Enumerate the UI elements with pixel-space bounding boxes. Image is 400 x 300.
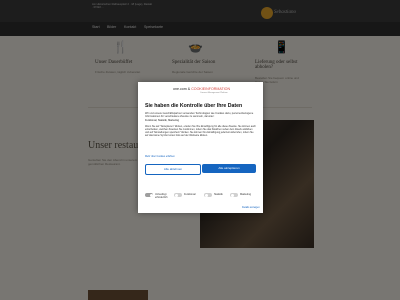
toggle-necessary[interactable]	[145, 193, 153, 197]
consent-intro: Wir und unsere Geschäftspartner verwende…	[145, 112, 254, 119]
consent-purposes: Funktional, Statistik, Marketing	[145, 119, 180, 122]
consent-body: Wenn Sie auf "Akzeptieren" klicken, erte…	[145, 125, 256, 137]
brand-and: &	[187, 87, 191, 91]
details-link[interactable]: Details anzeigen	[242, 206, 260, 209]
consent-title: Sie haben die Kontrolle über Ihre Daten	[145, 103, 243, 109]
consent-brand: one.com & COOKIEINFORMATION	[173, 87, 230, 91]
reject-all-button[interactable]: Alle ablehnen	[145, 164, 201, 175]
brand-cookie: COOKIEINFORMATION	[191, 87, 231, 91]
brand-subtitle: Consent Management Platform	[200, 91, 228, 94]
toggle-statistics[interactable]	[204, 193, 212, 197]
category-necessary: Unbedingt erforderlich	[155, 193, 168, 199]
category-functional: Funktional	[184, 193, 196, 196]
cookie-consent-dialog: one.com & COOKIEINFORMATION Consent Mana…	[138, 82, 263, 213]
brand-one: one.com	[173, 87, 187, 91]
accept-all-button[interactable]: Alle akzeptieren	[202, 164, 256, 173]
category-marketing: Marketing	[240, 193, 251, 196]
toggle-marketing[interactable]	[230, 193, 238, 197]
category-statistics: Statistik	[214, 193, 223, 196]
toggle-functional[interactable]	[174, 193, 182, 197]
cookies-info-link[interactable]: Mehr über Cookies erfahren	[145, 155, 175, 158]
